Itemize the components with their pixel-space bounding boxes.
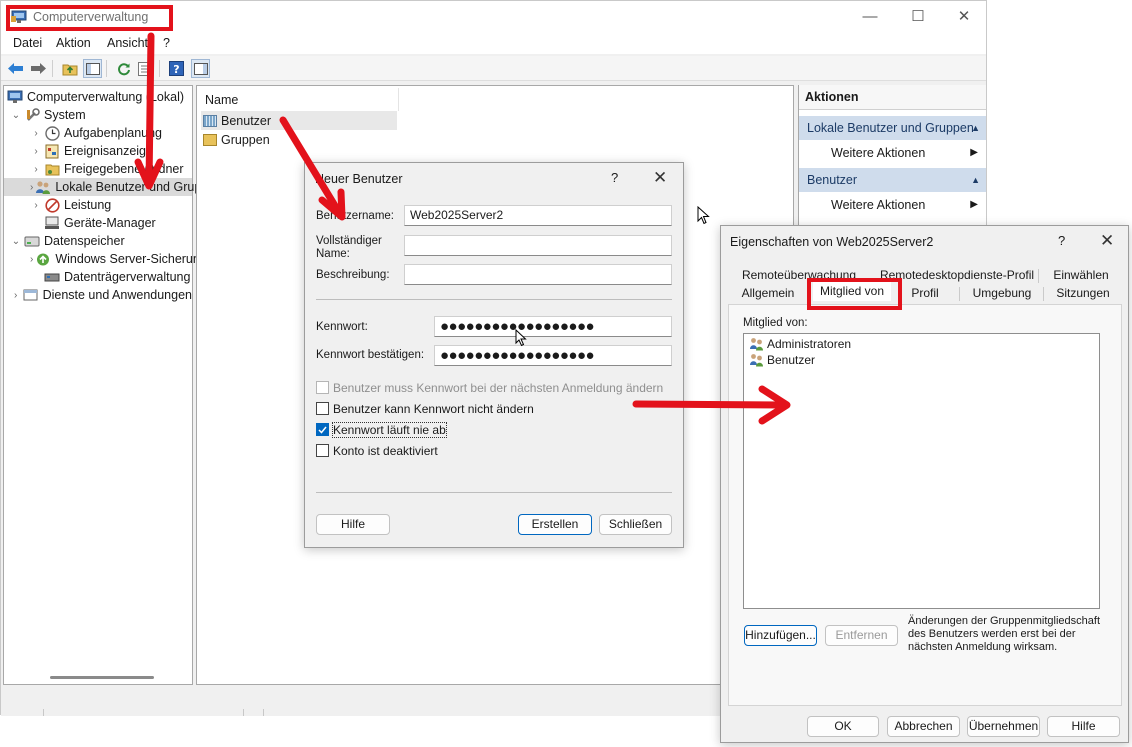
arrow-down-to-local-users	[134, 32, 164, 190]
arrow-to-username	[279, 116, 346, 221]
annotation-arrows	[134, 32, 791, 425]
arrow-to-properties-dialog	[632, 385, 791, 425]
